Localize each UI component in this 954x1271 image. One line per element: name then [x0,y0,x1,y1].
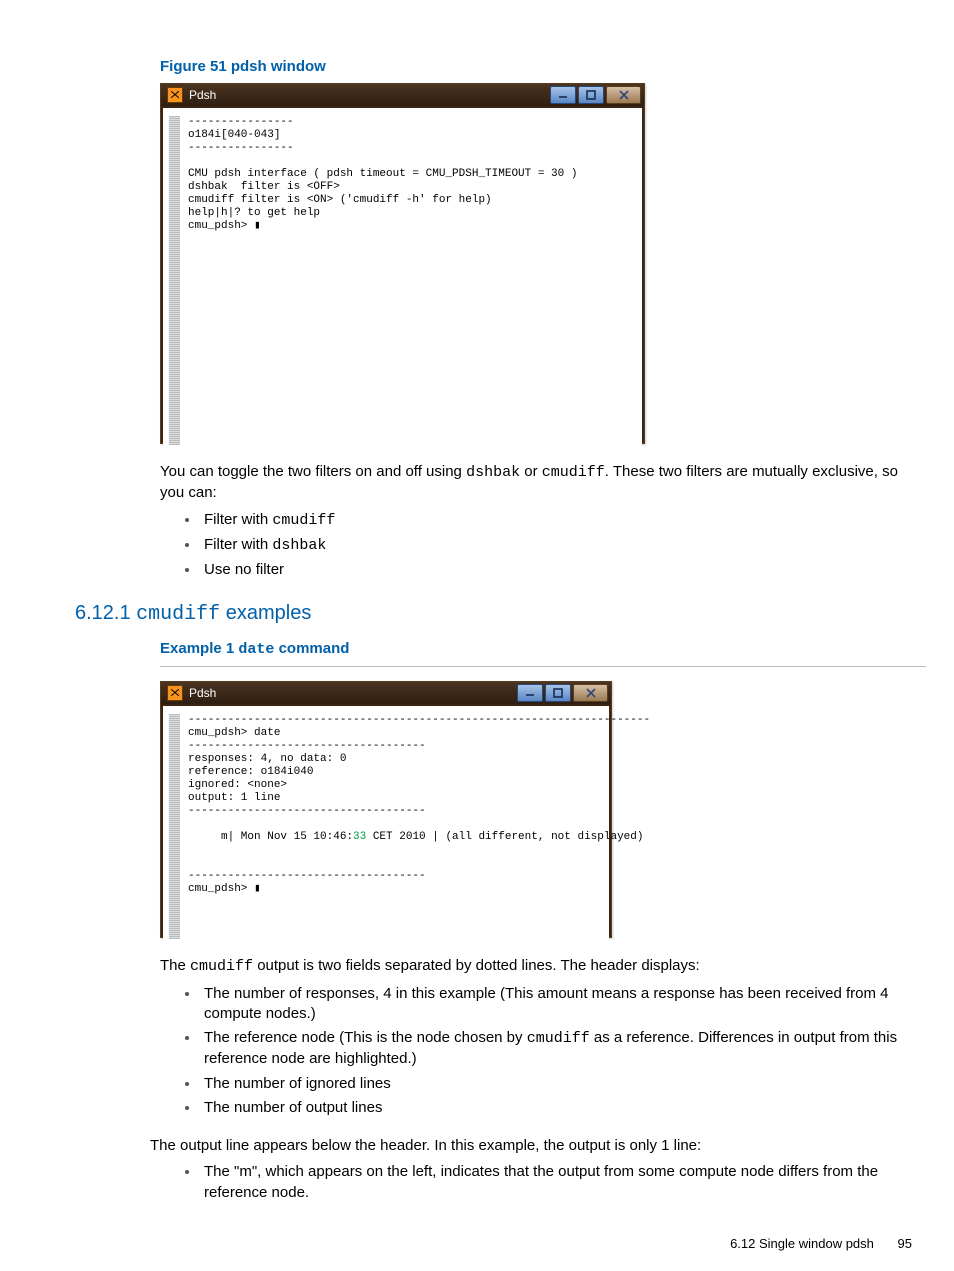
minimize-button[interactable] [550,86,576,104]
list-item: The number of ignored lines [200,1074,926,1094]
footer-page: 95 [898,1236,912,1251]
section-heading: 6.12.1 cmudiff examples [75,602,926,626]
list-item: The reference node (This is the node cho… [200,1028,926,1070]
close-button[interactable] [573,684,608,702]
window-controls [550,86,641,104]
example-caption: Example 1 date command [160,640,926,658]
output-list: The "m", which appears on the left, indi… [160,1162,926,1203]
list-item: The number of responses, 4 in this examp… [200,984,926,1025]
list-item: Use no filter [200,560,926,580]
maximize-button[interactable] [545,684,571,702]
paragraph: You can toggle the two filters on and of… [160,462,926,504]
minimize-button[interactable] [517,684,543,702]
app-icon [167,685,183,701]
list-item: Filter with cmudiff [200,510,926,531]
page-footer: 6.12 Single window pdsh 95 [730,1236,912,1251]
maximize-button[interactable] [578,86,604,104]
pdsh-window-2: Pdsh -----------------------------------… [160,681,612,938]
window-title: Pdsh [189,88,550,102]
app-icon [167,87,183,103]
list-item: Filter with dshbak [200,535,926,556]
titlebar: Pdsh [161,84,644,106]
scrollbar[interactable] [169,116,180,445]
list-item: The number of output lines [200,1098,926,1118]
list-item: The "m", which appears on the left, indi… [200,1162,926,1203]
window-controls [517,684,608,702]
titlebar: Pdsh [161,682,611,704]
terminal-content: ---------------- o184i[040-043] --------… [188,116,634,445]
window-title: Pdsh [189,686,517,700]
rule [160,666,926,667]
figure-caption: Figure 51 pdsh window [160,58,926,75]
filters-list: Filter with cmudiff Filter with dshbak U… [160,510,926,581]
terminal-content: ----------------------------------------… [188,714,650,939]
paragraph: The cmudiff output is two fields separat… [160,956,926,977]
paragraph: The output line appears below the header… [150,1136,926,1156]
footer-section: 6.12 Single window pdsh [730,1236,874,1251]
header-list: The number of responses, 4 in this examp… [160,984,926,1119]
scrollbar[interactable] [169,714,180,939]
terminal-body: ----------------------------------------… [163,706,609,947]
pdsh-window-1: Pdsh ---------------- o184i[040-043] ---… [160,83,645,444]
terminal-body: ---------------- o184i[040-043] --------… [163,108,642,453]
close-button[interactable] [606,86,641,104]
